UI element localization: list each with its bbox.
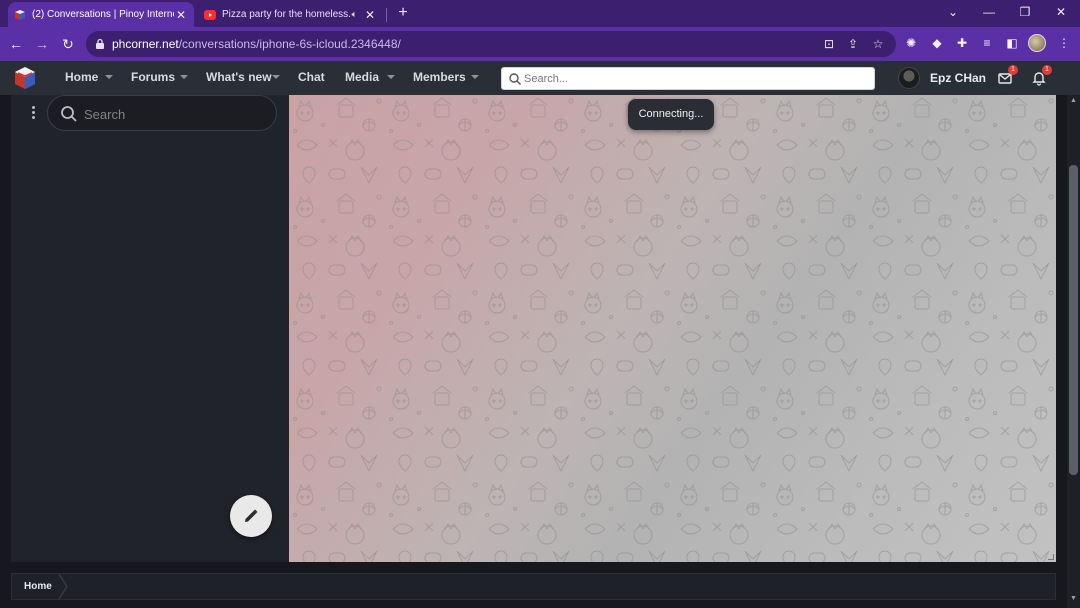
chat-sidebar [11,95,289,562]
youtube-favicon-icon [204,9,216,21]
tab-title: Pizza party for the homeless. [222,9,351,20]
doodle-background-pattern [289,95,1056,562]
nav-whats-new[interactable]: What's new [206,70,272,84]
install-app-icon[interactable]: ⊡ [822,37,836,51]
speaker-icon[interactable]: 🔈︎ [352,9,357,20]
new-tab-button[interactable]: + [393,3,413,23]
sidebar-menu-kebab-icon[interactable] [26,105,40,121]
browser-tab-strip: (2) Conversations | Pinoy Internet ✕ Piz… [0,0,1080,27]
scroll-up-icon[interactable]: ▲ [1068,97,1079,107]
tab-conversations[interactable]: (2) Conversations | Pinoy Internet ✕ [8,2,194,27]
site-search-box[interactable] [501,67,875,90]
reload-icon[interactable]: ↻ [58,34,78,54]
pencil-icon [245,509,258,522]
alerts-count-badge: 1 [1042,65,1052,75]
browser-toolbar: ← → ↻ phcorner.net/conversations/iphone-… [0,27,1080,61]
breadcrumb-chevron-icon [58,574,68,599]
back-icon[interactable]: ← [6,34,26,54]
phcorner-logo-icon[interactable] [12,65,38,91]
user-avatar[interactable] [898,67,920,89]
nav-members[interactable]: Members [413,70,466,84]
url-host: phcorner.net [112,37,179,51]
close-window-button[interactable]: ✕ [1044,0,1078,27]
restore-button[interactable]: ❐ [1008,0,1042,27]
nav-home[interactable]: Home [65,70,98,84]
forums-menu-caret-icon[interactable] [180,75,188,79]
site-navigation: Home Forums What's new Chat Media Member… [0,61,1080,95]
chat-search-input[interactable] [84,104,264,124]
close-tab-icon[interactable]: ✕ [174,8,188,22]
search-icon [61,106,77,122]
phcorner-favicon-icon [14,9,26,21]
extension-bug-icon[interactable]: ✺ [903,35,919,51]
compose-new-chat-button[interactable] [230,495,272,537]
whats-new-menu-caret-icon[interactable] [272,75,280,79]
minimize-button[interactable]: — [972,0,1006,27]
media-menu-caret-icon[interactable] [387,75,395,79]
breadcrumb: Home [11,573,1056,600]
connection-status-toast: Connecting... [628,99,714,130]
site-search-input[interactable] [524,70,864,88]
nav-media[interactable]: Media [345,70,379,84]
resize-handle-icon[interactable] [1048,554,1054,560]
extensions-puzzle-icon[interactable]: ✚ [954,35,970,51]
page-scrollbar-thumb[interactable] [1069,165,1078,475]
nav-forums[interactable]: Forums [131,70,175,84]
home-menu-caret-icon[interactable] [105,75,113,79]
tab-title: (2) Conversations | Pinoy Internet [32,9,174,20]
forward-icon[interactable]: → [32,34,52,54]
tab-youtube[interactable]: Pizza party for the homeless. 🔈︎ ✕ [198,2,383,27]
scroll-down-icon[interactable]: ▼ [1068,595,1079,605]
breadcrumb-home-link[interactable]: Home [12,574,64,599]
menu-kebab-icon[interactable]: ⋮ [1056,35,1072,51]
inbox-count-badge: 1 [1008,65,1018,75]
search-icon [509,73,521,85]
bookmark-star-icon[interactable]: ☆ [871,37,885,51]
media-control-icon[interactable]: ≡ [979,35,995,51]
extension-cube-icon[interactable]: ◆ [929,35,945,51]
username-link[interactable]: Epz CHan [930,71,986,85]
close-tab-icon[interactable]: ✕ [363,8,377,22]
share-icon[interactable]: ⇪ [846,37,860,51]
members-menu-caret-icon[interactable] [471,75,479,79]
nav-chat[interactable]: Chat [298,70,325,84]
url-text: phcorner.net/conversations/iphone-6s-icl… [112,37,401,51]
lock-icon [96,38,104,49]
side-panel-icon[interactable]: ◧ [1004,35,1020,51]
tab-search-icon[interactable]: ⌄ [936,0,970,27]
chat-conversation-pane: Connecting... [289,95,1056,562]
chat-app: Connecting... [11,95,1056,562]
profile-avatar-icon[interactable] [1028,34,1046,52]
address-bar[interactable]: phcorner.net/conversations/iphone-6s-icl… [86,31,896,57]
tab-divider [386,8,387,22]
chat-search-box[interactable] [47,95,277,131]
url-path: /conversations/iphone-6s-icloud.2346448/ [178,37,401,51]
